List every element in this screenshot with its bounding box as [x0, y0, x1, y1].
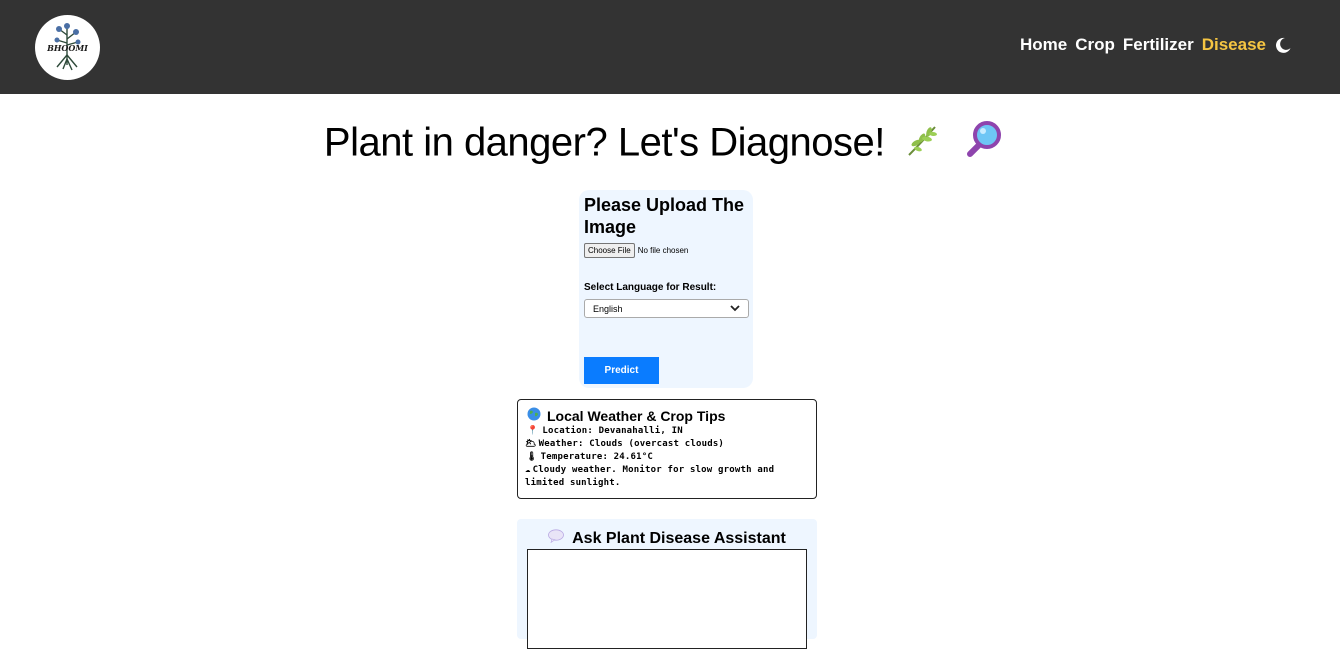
predict-button[interactable]: Predict: [584, 357, 659, 384]
assistant-card: Ask Plant Disease Assistant: [517, 519, 817, 649]
page-title-text: Plant in danger? Let's Diagnose!: [323, 120, 885, 165]
weather-heading: Local Weather & Crop Tips: [527, 407, 809, 424]
assistant-heading: Ask Plant Disease Assistant: [527, 529, 807, 549]
pin-icon: 📍: [527, 426, 539, 436]
logo-text: BHOOMI: [47, 43, 88, 53]
language-label: Select Language for Result:: [584, 282, 717, 293]
weather-location: 📍 Location: Devanahalli, IN: [527, 426, 683, 436]
navbar: BHOOMI Home Crop Fertilizer Disease: [0, 0, 1340, 94]
chevron-down-icon: [730, 304, 740, 314]
nav-disease-link[interactable]: Disease: [1202, 35, 1266, 55]
nav-fertilizer-link[interactable]: Fertilizer: [1123, 35, 1194, 55]
chat-box[interactable]: [527, 549, 807, 649]
moon-icon[interactable]: [1274, 36, 1292, 54]
thermometer-icon: 🌡: [526, 452, 538, 462]
weather-temperature: 🌡 Temperature: 24.61°C: [526, 452, 654, 462]
upload-heading: Please Upload The Image: [584, 195, 745, 237]
language-selected: English: [593, 303, 623, 314]
page-title: Plant in danger? Let's Diagnose!: [0, 118, 1328, 172]
upload-card: Please Upload The Image Choose File No f…: [579, 190, 753, 388]
nav-crop-link[interactable]: Crop: [1075, 35, 1115, 55]
weather-tip: ☁ Cloudy weather. Monitor for slow growth…: [525, 465, 775, 488]
language-select[interactable]: English: [584, 299, 749, 318]
globe-icon: [527, 407, 541, 424]
weather-card: Local Weather & Crop Tips 📍 Location: Dev…: [517, 399, 817, 499]
cloud-icon: ☁: [525, 465, 531, 475]
nav-links: Home Crop Fertilizer Disease: [1012, 33, 1292, 57]
logo[interactable]: BHOOMI: [35, 15, 100, 80]
file-status: No file chosen: [637, 246, 689, 255]
herb-icon: [903, 121, 941, 169]
weather-condition: 🌥 Weather: Clouds (overcast clouds): [525, 439, 725, 449]
cloud-icon: 🌥: [525, 439, 537, 449]
file-input[interactable]: Choose File No file chosen: [584, 243, 748, 258]
nav-home-link[interactable]: Home: [1020, 35, 1067, 55]
choose-file-button[interactable]: Choose File: [584, 243, 635, 258]
speech-bubble-icon: [548, 529, 565, 549]
magnifier-icon: [960, 118, 1004, 172]
